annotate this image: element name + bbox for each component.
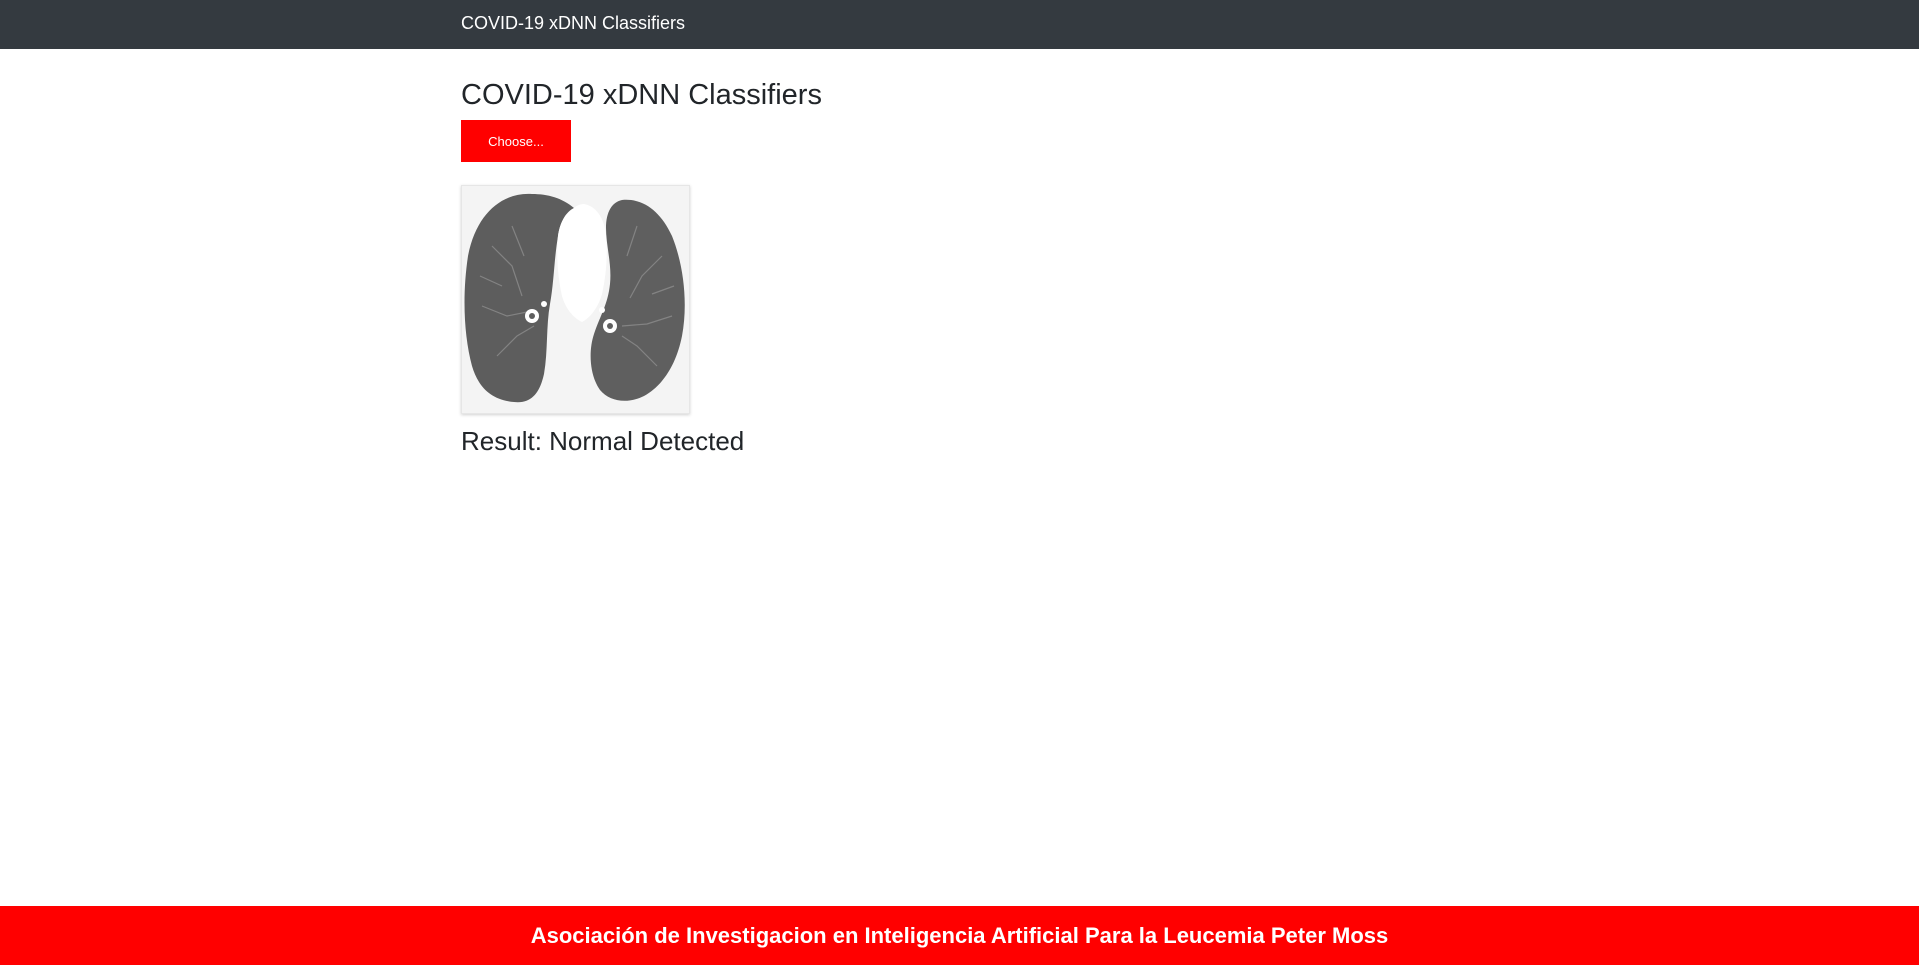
result-label: Result: bbox=[461, 426, 542, 456]
lung-ct-scan-image bbox=[462, 186, 689, 413]
footer: Asociación de Investigacion en Inteligen… bbox=[0, 906, 1919, 965]
preview-image bbox=[461, 185, 690, 414]
page-title: COVID-19 xDNN Classifiers bbox=[461, 79, 822, 111]
result-value: Normal Detected bbox=[549, 426, 745, 456]
result-text: Result: Normal Detected bbox=[461, 426, 744, 457]
navbar-brand[interactable]: COVID-19 xDNN Classifiers bbox=[461, 13, 685, 34]
choose-file-button[interactable]: Choose... bbox=[461, 120, 571, 162]
navbar: COVID-19 xDNN Classifiers bbox=[0, 0, 1919, 49]
footer-text: Asociación de Investigacion en Inteligen… bbox=[530, 923, 1389, 948]
